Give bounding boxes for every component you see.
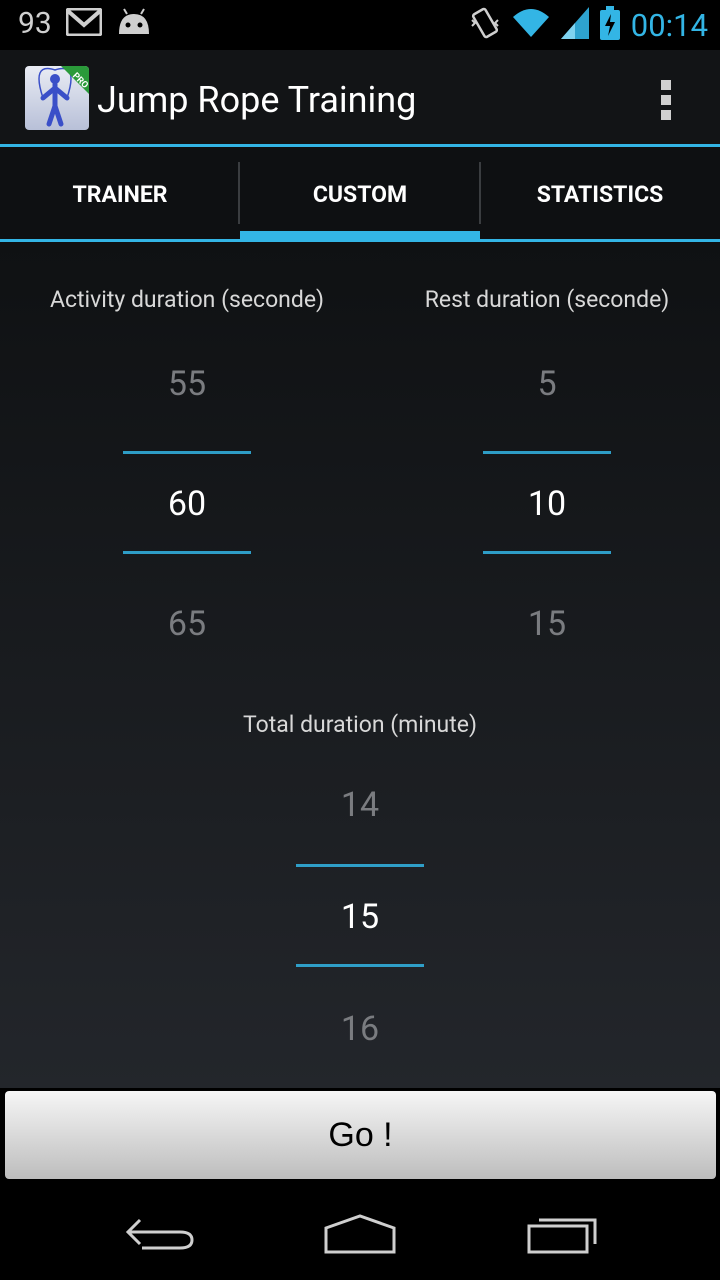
custom-settings-panel: Activity duration (seconde) Rest duratio… — [0, 242, 720, 1088]
android-icon — [116, 7, 152, 40]
vibrate-icon — [469, 6, 501, 44]
status-bar-right: 00:14 — [469, 6, 708, 44]
tab-trainer[interactable]: TRAINER — [0, 147, 240, 242]
tab-indicator — [240, 231, 480, 242]
rest-duration-label: Rest duration (seconde) — [424, 286, 670, 313]
back-icon[interactable] — [120, 1208, 200, 1256]
picker-divider — [483, 551, 611, 554]
jump-rope-icon[interactable]: PRO — [25, 66, 89, 130]
tab-statistics[interactable]: STATISTICS — [480, 147, 720, 242]
tab-custom[interactable]: CUSTOM — [240, 147, 480, 242]
picker-divider — [296, 864, 424, 867]
total-duration-label: Total duration (minute) — [243, 711, 477, 738]
picker-divider — [296, 964, 424, 967]
picker-divider — [123, 551, 251, 554]
picker-prev-value[interactable]: 5 — [483, 364, 611, 404]
wifi-icon — [511, 7, 551, 43]
tab-bar: TRAINER CUSTOM STATISTICS — [0, 147, 720, 242]
tab-label: STATISTICS — [536, 181, 664, 208]
picker-prev-value[interactable]: 55 — [123, 364, 251, 404]
status-time: 00:14 — [630, 6, 708, 44]
tab-label: TRAINER — [72, 181, 168, 208]
signal-icon — [560, 7, 589, 43]
tab-label: CUSTOM — [312, 181, 408, 208]
gmail-icon — [65, 7, 103, 40]
status-bar: 93 00:14 — [0, 0, 720, 50]
rest-duration-picker[interactable]: 5 10 15 — [483, 342, 611, 672]
status-bar-left: 93 — [18, 6, 152, 41]
picker-selected-value[interactable]: 60 — [123, 484, 251, 524]
notification-count: 93 — [18, 6, 52, 41]
picker-next-value[interactable]: 65 — [123, 604, 251, 644]
go-button[interactable]: Go ! — [5, 1091, 716, 1179]
home-icon[interactable] — [320, 1208, 400, 1256]
picker-divider — [123, 451, 251, 454]
navigation-bar — [0, 1184, 720, 1280]
go-button-bar: Go ! — [0, 1088, 720, 1184]
activity-duration-picker[interactable]: 55 60 65 — [123, 342, 251, 672]
total-duration-picker[interactable]: 14 15 16 — [296, 767, 424, 1087]
battery-charging-icon — [599, 6, 621, 44]
picker-next-value[interactable]: 15 — [483, 604, 611, 644]
picker-next-value[interactable]: 16 — [296, 1009, 424, 1049]
app-title: Jump Rope Training — [97, 79, 417, 121]
activity-duration-label: Activity duration (seconde) — [49, 286, 325, 313]
picker-selected-value[interactable]: 15 — [296, 897, 424, 937]
picker-divider — [483, 451, 611, 454]
recent-apps-icon[interactable] — [525, 1208, 605, 1256]
action-bar: PRO Jump Rope Training — [0, 50, 720, 147]
picker-prev-value[interactable]: 14 — [296, 785, 424, 825]
overflow-menu-icon[interactable] — [658, 80, 674, 120]
picker-selected-value[interactable]: 10 — [483, 484, 611, 524]
